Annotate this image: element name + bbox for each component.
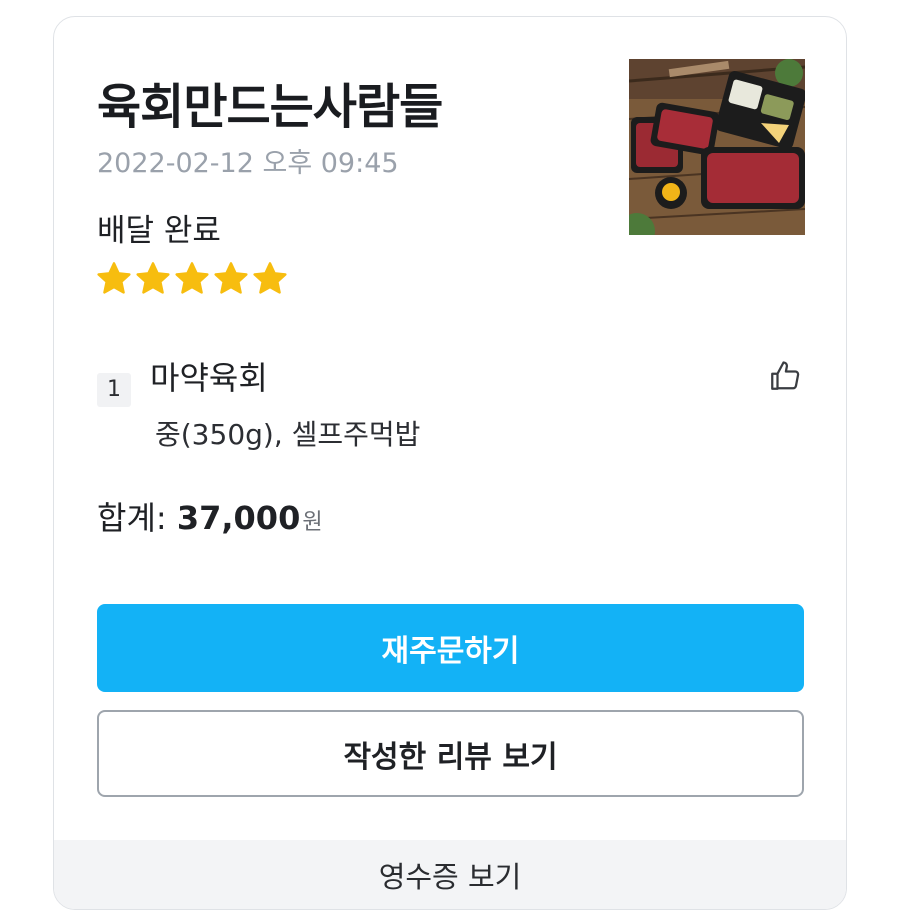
thumbs-up-icon — [771, 361, 800, 390]
star-icon — [136, 262, 170, 294]
reorder-button[interactable]: 재주문하기 — [97, 604, 804, 692]
star-icon — [253, 262, 287, 294]
total-currency: 원 — [302, 510, 323, 535]
store-name[interactable]: 육회만드는사람들 — [97, 67, 443, 137]
view-receipt-button[interactable]: 영수증 보기 — [54, 840, 846, 909]
order-total: 합계: 37,000원 — [97, 493, 323, 539]
star-icon — [175, 262, 209, 294]
view-review-button[interactable]: 작성한 리뷰 보기 — [97, 710, 804, 797]
star-icon — [97, 262, 131, 294]
star-icon — [214, 262, 248, 294]
item-quantity-badge: 1 — [97, 373, 131, 407]
rating-stars — [96, 261, 288, 297]
item-name: 마약육회 — [150, 359, 268, 397]
total-label: 합계: — [97, 499, 177, 537]
total-amount: 37,000 — [176, 499, 301, 537]
order-card: 육회만드는사람들 2022-02-12 오후 09:45 배달 완료 1 마약육… — [53, 16, 847, 910]
food-thumbnail — [629, 59, 805, 235]
delivery-status: 배달 완료 — [97, 213, 221, 249]
order-datetime: 2022-02-12 오후 09:45 — [97, 148, 399, 179]
item-options: 중(350g), 셀프주먹밥 — [155, 418, 421, 451]
like-button[interactable] — [767, 357, 803, 395]
